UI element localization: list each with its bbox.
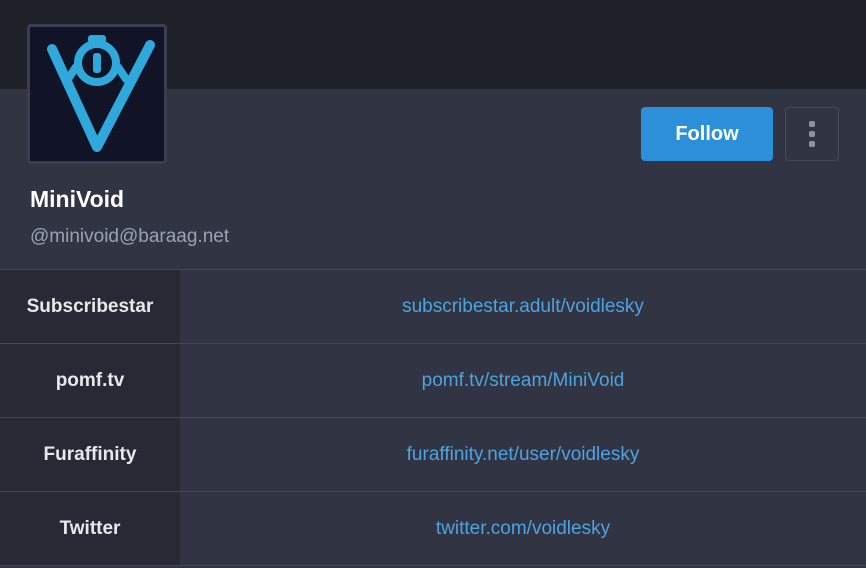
profile-field-row: Subscribestar subscribestar.adult/voidle… xyxy=(0,270,866,344)
display-name: MiniVoid xyxy=(30,186,125,212)
field-label: Subscribestar xyxy=(0,270,180,343)
field-label: Furaffinity xyxy=(0,418,180,491)
follow-button[interactable]: Follow xyxy=(641,107,773,161)
minivoid-logo-icon xyxy=(47,35,155,152)
profile-fields-table: Subscribestar subscribestar.adult/voidle… xyxy=(0,269,866,566)
field-link[interactable]: furaffinity.net/user/voidlesky xyxy=(180,418,866,491)
field-label: Twitter xyxy=(0,492,180,565)
profile-field-row: Furaffinity furaffinity.net/user/voidles… xyxy=(0,418,866,492)
account-handle: @minivoid@baraag.net xyxy=(30,226,230,247)
more-options-button[interactable] xyxy=(785,107,839,161)
profile-field-row: pomf.tv pomf.tv/stream/MiniVoid xyxy=(0,344,866,418)
vertical-ellipsis-icon xyxy=(809,121,815,147)
avatar[interactable] xyxy=(27,24,167,164)
field-link[interactable]: subscribestar.adult/voidlesky xyxy=(180,270,866,343)
profile-field-row: Twitter twitter.com/voidlesky xyxy=(0,492,866,566)
field-link[interactable]: twitter.com/voidlesky xyxy=(180,492,866,565)
field-link[interactable]: pomf.tv/stream/MiniVoid xyxy=(180,344,866,417)
field-label: pomf.tv xyxy=(0,344,180,417)
